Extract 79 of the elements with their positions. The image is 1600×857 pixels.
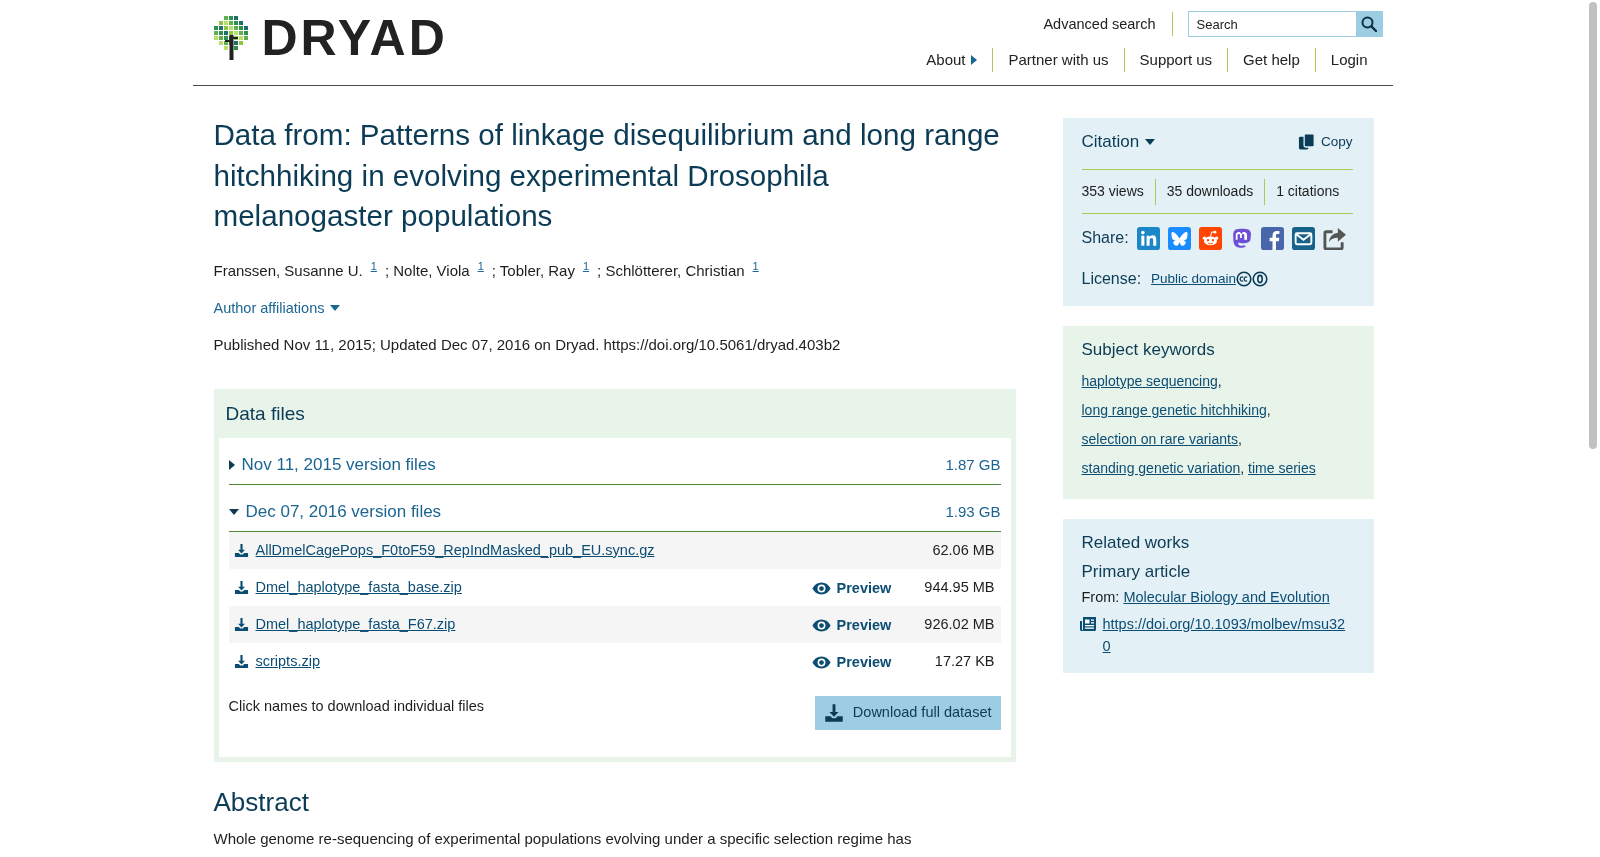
keyword-link[interactable]: time series [1248,460,1316,476]
version-size: 1.93 GB [945,502,1001,522]
copy-icon [1298,133,1315,151]
nav-link[interactable]: Login [1315,48,1383,72]
advanced-search-link[interactable]: Advanced search [1043,13,1172,35]
metric-text: 1 citations [1276,181,1340,201]
nav-link[interactable]: Partner with us [993,48,1124,72]
author-affiliations-toggle[interactable]: Author affiliations [213,297,341,318]
version-toggle[interactable]: Dec 07, 2016 version files [228,500,442,523]
metric-text: 35 downloads [1166,181,1254,201]
preview-link[interactable]: Preview [811,615,892,636]
search-field[interactable]: Search [1187,11,1356,37]
affiliation-link[interactable]: 1 [370,259,377,272]
nav-link[interactable]: Support us [1124,48,1228,72]
search-icon [1361,16,1377,32]
newspaper-icon [1078,616,1097,632]
file-size: 17.27 KB [933,651,995,671]
abstract-text: Whole genome re-sequencing of experimental populations evolving under a specific selection regime has [213,828,913,849]
cc-zero-icon [1235,271,1268,287]
affiliation-link[interactable]: 1 [477,259,484,272]
section-heading: Abstract [213,785,310,818]
copy-button[interactable]: Copy [1298,132,1353,152]
nav-link[interactable]: About [911,48,993,72]
search-button[interactable] [1355,11,1383,37]
file-download-link[interactable]: AllDmelCagePops_F0toF59_RepIndMasked_pub_EU.sync.gz [233,540,655,560]
license-label: License: [1081,269,1142,289]
share-label: Share: [1081,227,1129,248]
file-size: 926.02 MB [923,614,995,634]
publication-info-text: Published Nov 11, 2015; Updated Dec 07, 2016 on Dryad. https://doi.org/10.5061/dryad.403b2 [213,334,842,355]
file-size: 62.06 MB [931,540,995,560]
panel-heading: Data files [224,401,306,426]
preview-link[interactable]: Preview [811,578,892,599]
scrollbar-thumb[interactable] [1589,2,1597,449]
download-icon [233,579,249,595]
eye-icon [811,619,831,632]
eye-icon [811,656,831,669]
source-text: From: Molecular Biology and Evolution [1081,588,1331,607]
reddit-icon[interactable] [1198,226,1222,250]
license-link[interactable]: Public domain [1151,268,1236,290]
caret-right-icon [971,55,978,65]
facebook-icon[interactable] [1260,226,1284,250]
envelope-icon[interactable] [1291,226,1315,250]
download-icon [233,653,249,669]
home-logo-link[interactable]: DRYAD [213,14,448,62]
tree-icon [213,16,248,60]
file-download-link[interactable]: Dmel_haplotype_fasta_base.zip [233,577,462,597]
caret-down-icon [330,304,341,311]
journal-link[interactable]: Molecular Biology and Evolution [1123,589,1330,605]
keywords-text: haplotype sequencing, long range genetic hitchhiking, selection on rare variants, standing genetic variation, time series [1081,372,1317,478]
affiliation-link[interactable]: 1 [752,259,759,272]
panel-heading: Related works [1081,532,1191,554]
keyword-link[interactable]: long range genetic hitchhiking [1081,402,1267,418]
download-dataset-button[interactable]: Download full dataset [814,695,1001,730]
keyword-link[interactable]: selection on rare variants [1081,431,1238,447]
hint-text: Click names to download individual files [228,696,484,716]
doi-link[interactable]: https://doi.org/10.1093/molbev/msu320 [1102,613,1348,657]
citation-toggle[interactable]: Citation [1081,130,1156,154]
caret-down-icon [1145,139,1156,145]
preview-link[interactable]: Preview [811,652,892,673]
authors-text: Franssen, Susanne U. $^{1}$ ; Nolte, Viola $^{1}$ ; Tobler, Ray $^{1}$ ; Schlötterer, Christian $^{1}$ [213,258,760,281]
file-download-link[interactable]: Dmel_haplotype_fasta_F67.zip [233,614,456,634]
file-size: 944.95 MB [923,577,995,597]
linkedin-icon[interactable] [1136,226,1160,250]
file-download-link[interactable]: scripts.zip [233,651,320,671]
butterfly-icon[interactable] [1167,226,1191,250]
share-icon[interactable] [1322,226,1346,250]
article-type-text: Primary article [1081,561,1192,583]
dataset-title: Data from: Patterns of linkage disequilibrium and long range hitchhiking in evolving experimental Drosophila melanogaster populations [213,117,1001,234]
download-icon [233,616,249,632]
affiliation-link[interactable]: 1 [582,259,590,272]
download-icon [233,542,249,558]
metric-text: 353 views [1081,181,1144,201]
version-size: 1.87 GB [945,455,1001,475]
download-icon [823,702,844,723]
keyword-link[interactable]: haplotype sequencing [1081,373,1218,389]
panel-heading: Subject keywords [1081,339,1216,361]
eye-icon [811,582,831,595]
nav-link[interactable]: Get help [1228,48,1315,72]
version-toggle[interactable]: Nov 11, 2015 version files [228,453,436,476]
